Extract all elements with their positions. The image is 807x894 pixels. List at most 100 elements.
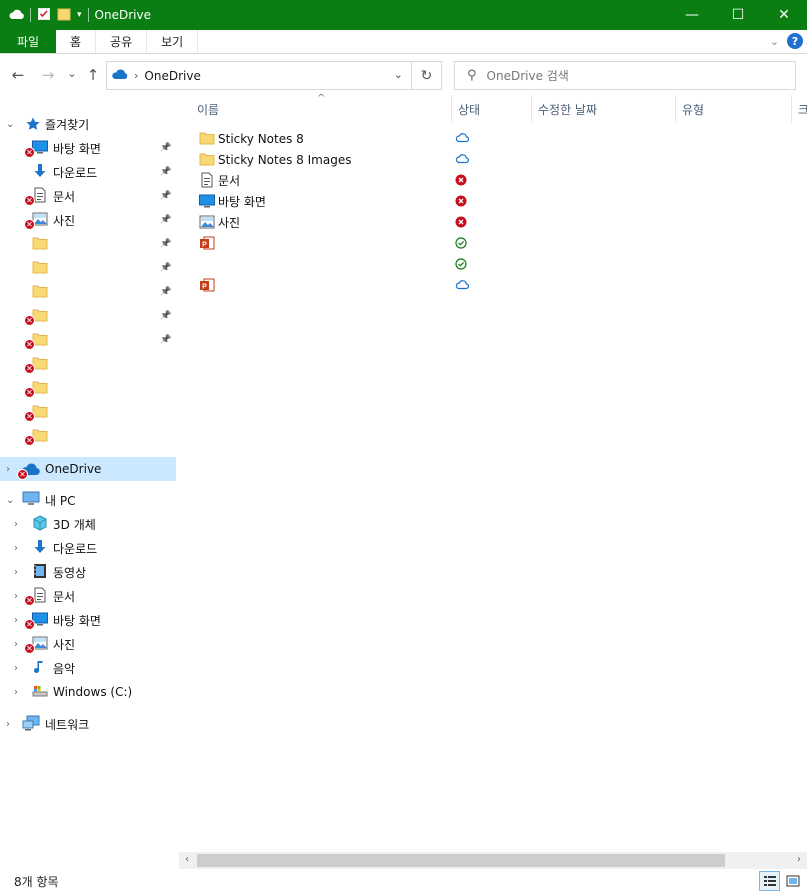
music-icon <box>32 659 50 677</box>
tab-view[interactable]: 보기 <box>147 30 199 53</box>
details-view-icon[interactable] <box>759 871 780 891</box>
sidebar-item-quick-access-entry[interactable]: ✕ <box>0 352 176 376</box>
folder-icon <box>32 283 50 301</box>
sidebar-item-this-pc-entry[interactable]: › ✕ 사진 <box>0 632 176 656</box>
file-name: 문서 <box>218 174 241 188</box>
expand-chevron-icon[interactable]: › <box>14 663 26 674</box>
sidebar-item-quick-access-entry[interactable]: 📌 <box>0 256 176 280</box>
search-icon: ⚲ <box>467 68 477 83</box>
sync-error-icon: ✕ <box>24 315 35 326</box>
maximize-button[interactable]: ☐ <box>715 0 761 30</box>
breadcrumb-onedrive[interactable]: OneDrive <box>144 69 200 83</box>
breadcrumb-chevron-icon[interactable]: › <box>134 69 138 82</box>
sidebar-item-quick-access-entry[interactable]: 다운로드 📌 <box>0 160 176 184</box>
file-row[interactable]: P <box>195 233 795 254</box>
expand-chevron-icon[interactable]: › <box>14 543 26 554</box>
properties-icon[interactable] <box>37 7 51 24</box>
expand-chevron-icon[interactable]: › <box>14 687 26 698</box>
sidebar-item-this-pc[interactable]: ⌄ 내 PC <box>0 488 176 512</box>
refresh-button[interactable]: ↻ <box>411 61 442 90</box>
expand-chevron-icon[interactable]: › <box>14 519 26 530</box>
address-bar[interactable]: › OneDrive ⌄ <box>106 61 412 90</box>
sidebar-item-label: 3D 개체 <box>53 517 96 532</box>
sidebar-item-this-pc-entry[interactable]: › 3D 개체 <box>0 512 176 536</box>
scroll-right-icon[interactable]: › <box>797 854 801 865</box>
close-button[interactable]: ✕ <box>761 0 807 30</box>
sidebar-item-label: 내 PC <box>45 493 76 508</box>
sidebar-item-label: 즐겨찾기 <box>45 117 90 132</box>
search-input[interactable]: OneDrive 검색 <box>487 67 569 84</box>
sync-error-icon: ✕ <box>24 339 35 350</box>
back-button[interactable]: ← <box>7 64 29 86</box>
new-folder-icon[interactable] <box>57 7 71 24</box>
column-header-date-modified[interactable]: 수정한 날짜 <box>538 95 597 123</box>
sidebar-item-onedrive[interactable]: › ✕ OneDrive <box>0 457 176 481</box>
sync-error-icon: ✕ <box>24 195 35 206</box>
column-header-name[interactable]: 이름 <box>197 95 219 123</box>
expand-chevron-icon[interactable]: › <box>14 567 26 578</box>
large-icons-view-icon[interactable] <box>782 871 803 891</box>
file-row[interactable]: Sticky Notes 8 Images <box>195 149 795 170</box>
toolbar-separator <box>30 8 31 22</box>
sidebar-item-quick-access-entry[interactable]: ✕ <box>0 376 176 400</box>
column-divider[interactable] <box>531 95 532 123</box>
file-row[interactable]: 사진 <box>195 212 795 233</box>
file-row[interactable]: Sticky Notes 8 <box>195 128 795 149</box>
tab-home[interactable]: 홈 <box>56 30 97 53</box>
sync-error-icon: ✕ <box>24 435 35 446</box>
file-row[interactable]: P <box>195 275 795 296</box>
sidebar-item-network[interactable]: › 네트워크 <box>0 712 176 736</box>
sidebar-item-quick-access-entry[interactable]: ✕ 바탕 화면 📌 <box>0 136 176 160</box>
sidebar-item-quick-access-entry[interactable]: ✕ 📌 <box>0 304 176 328</box>
file-row[interactable]: 바탕 화면 <box>195 191 795 212</box>
sidebar-item-this-pc-entry[interactable]: › 음악 <box>0 656 176 680</box>
column-divider[interactable] <box>675 95 676 123</box>
sidebar-item-quick-access-entry[interactable]: ✕ <box>0 400 176 424</box>
search-box[interactable]: ⚲ OneDrive 검색 <box>454 61 796 90</box>
up-button[interactable]: ↑ <box>82 64 104 86</box>
file-row[interactable] <box>195 254 795 275</box>
sidebar-item-quick-access-entry[interactable]: 📌 <box>0 280 176 304</box>
sidebar-item-quick-access-entry[interactable]: ✕ <box>0 424 176 448</box>
help-icon[interactable]: ? <box>787 33 803 49</box>
collapse-chevron-icon[interactable]: ⌄ <box>6 119 18 130</box>
file-row[interactable]: 문서 <box>195 170 795 191</box>
expand-chevron-icon[interactable]: › <box>6 719 18 730</box>
sidebar-item-quick-access-entry[interactable]: ✕ 사진 📌 <box>0 208 176 232</box>
navigation-pane: ⌄ 즐겨찾기 ✕ 바탕 화면 📌 다운로드 📌 ✕ 문서 📌 ✕ 사진 📌 📌 📌 📌 ✕ 📌 ✕ 📌 ✕ ✕ ✕ ✕ ›… <box>0 112 178 852</box>
expand-ribbon-icon[interactable]: ⌄ <box>770 35 779 48</box>
sidebar-item-this-pc-entry[interactable]: › 다운로드 <box>0 536 176 560</box>
column-header-status[interactable]: 상태 <box>458 95 480 123</box>
column-header-size[interactable]: 크 <box>798 95 807 123</box>
sidebar-item-quick-access-entry[interactable]: ✕ 📌 <box>0 328 176 352</box>
sidebar-item-quick-access-entry[interactable]: ✕ 문서 📌 <box>0 184 176 208</box>
folder-icon <box>199 151 215 167</box>
sidebar-item-quick-access-entry[interactable]: 📌 <box>0 232 176 256</box>
recent-locations-button[interactable]: ⌄ <box>61 62 83 84</box>
tab-share[interactable]: 공유 <box>96 30 148 53</box>
star-icon <box>25 116 43 134</box>
pin-icon: 📌 <box>160 167 172 177</box>
forward-button[interactable]: → <box>37 64 59 86</box>
collapse-chevron-icon[interactable]: ⌄ <box>6 495 18 506</box>
sidebar-item-this-pc-entry[interactable]: › Windows (C:) <box>0 680 176 704</box>
sidebar-item-this-pc-entry[interactable]: › 동영상 <box>0 560 176 584</box>
sidebar-item-label: 다운로드 <box>53 165 98 180</box>
pin-icon: 📌 <box>160 143 172 153</box>
column-divider[interactable] <box>451 95 452 123</box>
sidebar-item-quick-access[interactable]: ⌄ 즐겨찾기 <box>0 112 176 136</box>
minimize-button[interactable]: — <box>669 0 715 30</box>
tab-file[interactable]: 파일 <box>0 30 56 53</box>
sidebar-item-this-pc-entry[interactable]: › ✕ 문서 <box>0 584 176 608</box>
column-divider[interactable] <box>791 95 792 123</box>
scrollbar-thumb[interactable] <box>197 854 725 867</box>
customize-toolbar-icon[interactable]: ▾ <box>77 10 82 20</box>
address-dropdown-icon[interactable]: ⌄ <box>394 68 403 81</box>
scroll-left-icon[interactable]: ‹ <box>185 854 189 865</box>
cloud-only-status-icon <box>455 153 470 167</box>
file-name: Sticky Notes 8 Images <box>218 152 352 167</box>
horizontal-scrollbar[interactable]: ‹ › <box>179 852 807 869</box>
sidebar-item-this-pc-entry[interactable]: › ✕ 바탕 화면 <box>0 608 176 632</box>
sync-error-icon: ✕ <box>24 595 35 606</box>
column-header-type[interactable]: 유형 <box>682 95 704 123</box>
